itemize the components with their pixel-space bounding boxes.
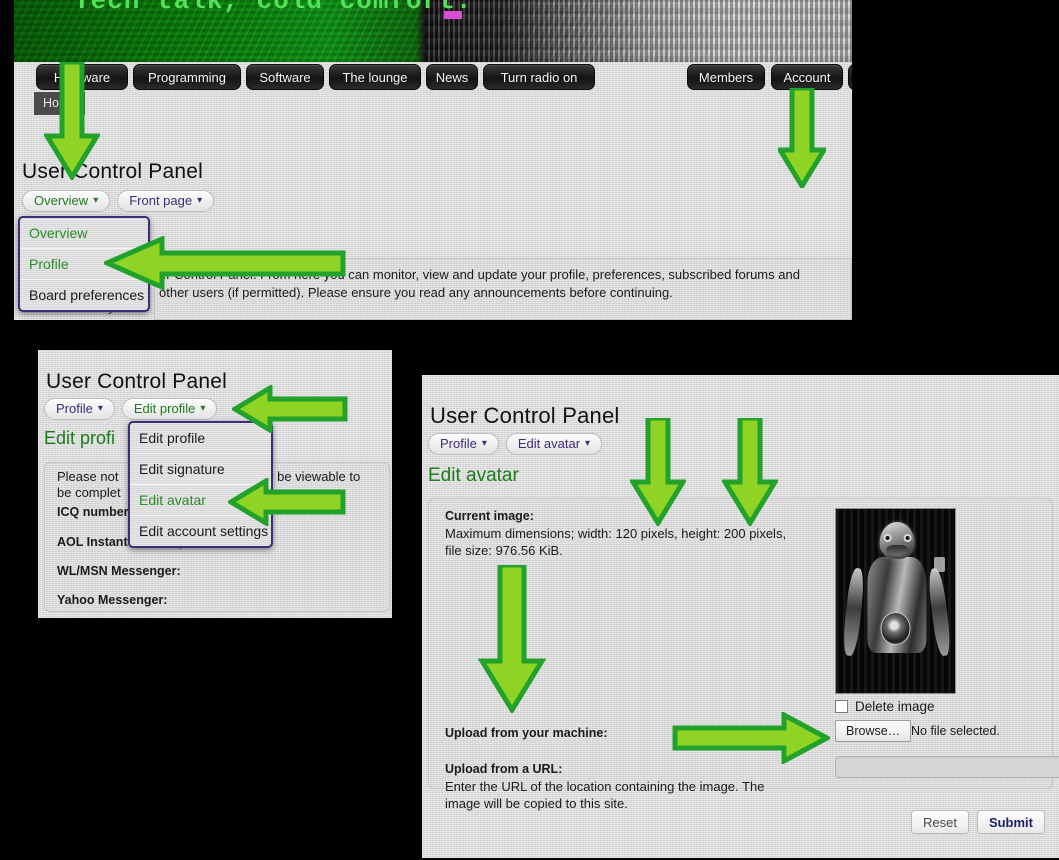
- avatar-preview-image: [835, 508, 956, 694]
- avatar-mouthpiece: [886, 544, 908, 556]
- delete-image-label: Delete image: [855, 699, 935, 714]
- no-file-selected-text: No file selected.: [911, 724, 1000, 738]
- avatar-head: [879, 521, 915, 559]
- banner-motherboard-photo: [424, 0, 852, 62]
- arrow-left-edit-profile-tab: [232, 385, 348, 433]
- nav-item-account[interactable]: Account: [771, 64, 843, 90]
- nav-item-members[interactable]: Members: [687, 64, 765, 90]
- upload-url-help-line-2: image will be copied to this site.: [445, 796, 628, 811]
- arrow-left-profile-menu-item: [104, 236, 346, 290]
- page-title-profile: User Control Panel: [46, 370, 228, 393]
- avatar-eye-right: [903, 533, 912, 543]
- upload-url-input[interactable]: [835, 756, 1059, 778]
- tab-profile[interactable]: Profile ▾: [428, 433, 499, 455]
- field-label-icq: ICQ number: [57, 505, 129, 519]
- form-actions: Reset Submit: [910, 810, 1045, 834]
- submit-button[interactable]: Submit: [976, 810, 1045, 834]
- tab-overview-label: Overview: [34, 193, 89, 208]
- avatar-eye-left: [883, 533, 892, 543]
- tab-edit-profile[interactable]: Edit profile ▾: [121, 398, 218, 420]
- ucp-tabrow-avatar: Profile ▾ Edit avatar ▾: [428, 433, 603, 455]
- reset-button[interactable]: Reset: [910, 810, 969, 834]
- arrow-left-edit-avatar-menu-item: [228, 478, 346, 526]
- screenshot-root: Tech talk, cold comfort. Hardware Progra…: [0, 0, 1059, 860]
- banner-cursor-block: [444, 11, 462, 19]
- upload-from-machine-label: Upload from your machine:: [445, 726, 608, 740]
- tab-profile-label: Profile: [440, 436, 477, 451]
- field-label-wlm: WL/MSN Messenger:: [57, 564, 181, 578]
- nav-item-truncated[interactable]: [848, 64, 852, 90]
- ucp-tabrow-overview: Overview ▾ Front page ▾: [22, 190, 215, 212]
- upload-from-url-label: Upload from a URL:: [445, 762, 563, 776]
- tab-edit-avatar[interactable]: Edit avatar ▾: [505, 433, 603, 455]
- banner-tagline: Tech talk, cold comfort.: [74, 0, 473, 16]
- tab-front-page-label: Front page: [129, 193, 193, 208]
- delete-image-checkbox[interactable]: [835, 700, 848, 713]
- breadcrumb: Home: [28, 92, 852, 118]
- nav-item-turn-radio-on[interactable]: Turn radio on: [483, 64, 595, 90]
- page-title-avatar: User Control Panel: [430, 403, 620, 428]
- file-size-text: file size: 976.56 KiB.: [445, 543, 563, 558]
- tab-edit-avatar-label: Edit avatar: [517, 436, 581, 451]
- profile-note-line-1-left: Please not: [57, 469, 119, 484]
- arrow-down-user-control-panel: [44, 62, 100, 180]
- arrow-right-browse-button: [672, 712, 830, 764]
- tab-profile-label: Profile: [56, 401, 93, 416]
- upload-url-help-line-1: Enter the URL of the location containing…: [445, 779, 765, 794]
- arrow-down-account: [778, 88, 826, 188]
- chevron-down-icon: ▾: [585, 437, 591, 449]
- delete-image-row[interactable]: Delete image: [835, 699, 935, 714]
- chevron-down-icon: ▾: [97, 402, 103, 414]
- section-heading-edit-avatar: Edit avatar: [428, 465, 519, 486]
- tab-edit-profile-label: Edit profile: [133, 401, 196, 416]
- nav-item-news[interactable]: News: [426, 64, 478, 90]
- site-banner: Tech talk, cold comfort.: [14, 0, 852, 62]
- tab-overview[interactable]: Overview ▾: [22, 190, 111, 212]
- max-dimensions-text: Maximum dimensions; width: 120 pixels, h…: [445, 526, 787, 541]
- section-heading-edit-profile: Edit profi: [44, 428, 116, 448]
- browse-button[interactable]: Browse…: [835, 720, 912, 742]
- field-label-yahoo: Yahoo Messenger:: [57, 593, 168, 607]
- nav-item-software[interactable]: Software: [246, 64, 324, 90]
- profile-note-line-2-left: be complet: [57, 485, 121, 500]
- chevron-down-icon: ▾: [200, 402, 206, 414]
- chevron-down-icon: ▾: [481, 437, 487, 449]
- arrow-down-file-size: [722, 418, 778, 526]
- chevron-down-icon: ▾: [197, 194, 203, 206]
- current-image-label: Current image:: [445, 509, 534, 523]
- avatar-chest-dial: [880, 612, 911, 646]
- nav-item-the-lounge[interactable]: The lounge: [329, 64, 421, 90]
- tab-profile[interactable]: Profile ▾: [44, 398, 115, 420]
- arrow-down-upload-from-machine: [478, 565, 546, 713]
- arrow-down-max-dimensions: [630, 418, 686, 526]
- nav-item-programming[interactable]: Programming: [133, 64, 241, 90]
- chevron-down-icon: ▾: [93, 194, 99, 206]
- avatar-background-light: [933, 556, 946, 572]
- main-navigation: Hardware Programming Software The lounge…: [28, 62, 852, 92]
- tab-front-page[interactable]: Front page ▾: [117, 190, 215, 212]
- ucp-tabrow-profile: Profile ▾ Edit profile ▾: [44, 398, 218, 420]
